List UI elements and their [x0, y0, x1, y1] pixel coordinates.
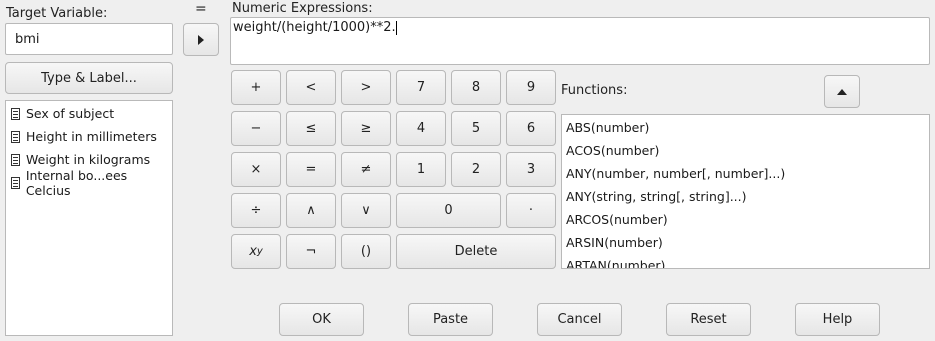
digit-1-button[interactable]: 1 [396, 152, 446, 187]
digit-5-button[interactable]: 5 [451, 111, 501, 146]
plus-button[interactable]: + [231, 70, 281, 105]
digit-2-button[interactable]: 2 [451, 152, 501, 187]
ok-button[interactable]: OK [279, 303, 364, 336]
not-button[interactable]: ¬ [286, 234, 336, 269]
digit-3-button[interactable]: 3 [506, 152, 556, 187]
and-button[interactable]: ∧ [286, 193, 336, 228]
digit-6-button[interactable]: 6 [506, 111, 556, 146]
target-variable-input[interactable]: bmi [5, 23, 173, 55]
power-exponent-label: y [256, 246, 263, 257]
equals-sign: = [195, 1, 207, 17]
variable-label: Internal bo...ees Celcius [25, 167, 128, 198]
help-button[interactable]: Help [795, 303, 880, 336]
list-item[interactable]: ANY(string, string[, string]...) [562, 185, 929, 208]
target-variable-label: Target Variable: [6, 6, 108, 21]
reset-button[interactable]: Reset [666, 303, 751, 336]
scale-variable-icon [11, 176, 20, 189]
equal-button[interactable]: = [286, 152, 336, 187]
minus-button[interactable]: − [231, 111, 281, 146]
less-equal-button[interactable]: ≤ [286, 111, 336, 146]
move-function-up-button[interactable] [824, 75, 860, 108]
not-equal-button[interactable]: ≠ [341, 152, 391, 187]
type-label-button[interactable]: Type & Label... [5, 62, 173, 94]
functions-list[interactable]: ABS(number) ACOS(number) ANY(number, num… [561, 114, 930, 269]
arrow-right-icon [198, 34, 204, 45]
greater-than-button[interactable]: > [341, 70, 391, 105]
multiply-button[interactable]: × [231, 152, 281, 187]
scale-variable-icon [11, 107, 20, 120]
paste-button[interactable]: Paste [408, 303, 493, 336]
digit-8-button[interactable]: 8 [451, 70, 501, 105]
greater-equal-button[interactable]: ≥ [341, 111, 391, 146]
list-item[interactable]: Sex of subject [6, 102, 172, 125]
divide-button[interactable]: ÷ [231, 193, 281, 228]
less-than-button[interactable]: < [286, 70, 336, 105]
variable-label: Weight in kilograms [26, 152, 151, 167]
list-item[interactable]: ARCOS(number) [562, 208, 929, 231]
list-item[interactable]: ARSIN(number) [562, 231, 929, 254]
arrow-up-icon [837, 89, 847, 95]
or-button[interactable]: ∨ [341, 193, 391, 228]
list-item[interactable]: ANY(number, number[, number]...) [562, 162, 929, 185]
text-cursor [395, 20, 397, 35]
parentheses-button[interactable]: () [341, 234, 391, 269]
variable-label: Height in millimeters [26, 129, 157, 144]
move-to-expression-button[interactable] [183, 23, 219, 56]
list-item[interactable]: ABS(number) [562, 116, 929, 139]
functions-label: Functions: [561, 83, 628, 98]
digit-7-button[interactable]: 7 [396, 70, 446, 105]
cancel-button[interactable]: Cancel [537, 303, 622, 336]
list-item[interactable]: Internal bo...ees Celcius [6, 168, 172, 198]
variable-list[interactable]: Sex of subject Height in millimeters Wei… [5, 100, 173, 336]
numeric-expression-input[interactable]: weight/(height/1000)**2. [230, 17, 930, 65]
list-item[interactable]: Height in millimeters [6, 125, 172, 148]
digit-9-button[interactable]: 9 [506, 70, 556, 105]
expression-text: weight/(height/1000)**2. [233, 20, 396, 35]
delete-button[interactable]: Delete [396, 234, 556, 269]
digit-4-button[interactable]: 4 [396, 111, 446, 146]
scale-variable-icon [11, 130, 20, 143]
digit-0-button[interactable]: 0 [396, 193, 501, 228]
list-item[interactable]: ARTAN(number) [562, 254, 929, 268]
decimal-point-button[interactable]: · [506, 193, 556, 228]
power-base-label: x [249, 244, 257, 259]
power-button[interactable]: xy [231, 234, 281, 269]
variable-label: Sex of subject [26, 106, 115, 121]
numeric-expression-label: Numeric Expressions: [232, 1, 373, 16]
scale-variable-icon [11, 153, 20, 166]
list-item[interactable]: ACOS(number) [562, 139, 929, 162]
